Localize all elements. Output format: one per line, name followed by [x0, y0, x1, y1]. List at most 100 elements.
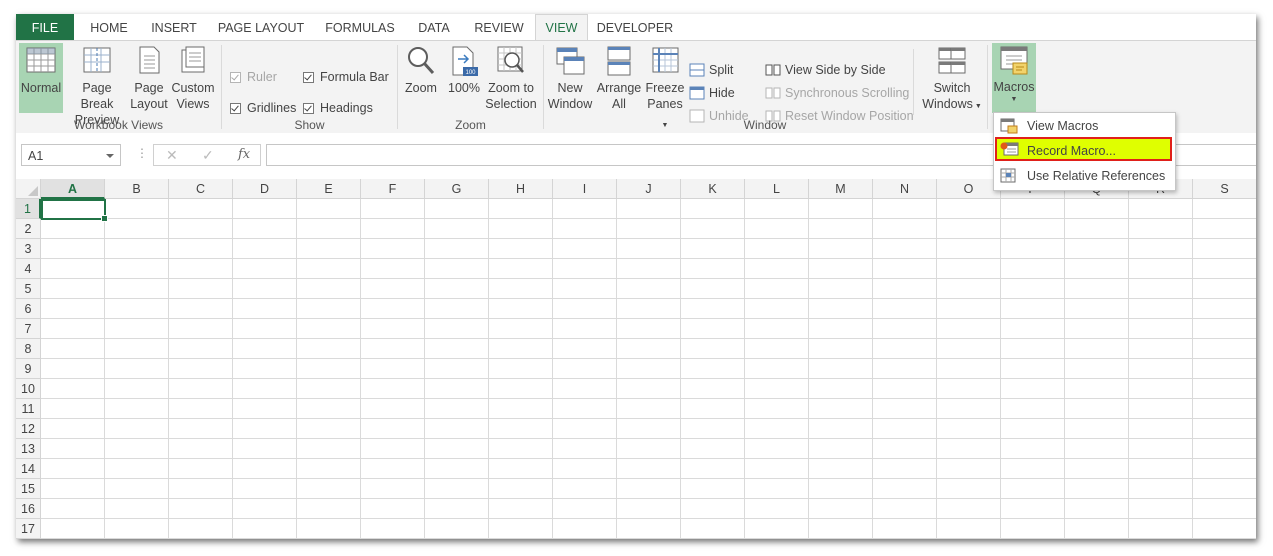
column-header[interactable]: I: [553, 179, 617, 199]
grid-line: [41, 398, 1256, 399]
tab-data[interactable]: DATA: [411, 14, 457, 41]
macros-icon: [1000, 46, 1028, 75]
normal-view-button[interactable]: Normal: [19, 43, 63, 113]
page-break-preview-button[interactable]: Page Break Preview: [66, 43, 128, 128]
split-button[interactable]: Split: [689, 61, 733, 79]
grid-line: [41, 298, 1256, 299]
grid-line: [41, 218, 1256, 219]
grid-line: [41, 338, 1256, 339]
column-header[interactable]: O: [937, 179, 1001, 199]
tab-page-layout[interactable]: PAGE LAYOUT: [214, 14, 308, 41]
column-header[interactable]: H: [489, 179, 553, 199]
row-header[interactable]: 3: [16, 239, 41, 259]
new-window-button[interactable]: New Window: [547, 43, 593, 112]
column-header[interactable]: J: [617, 179, 681, 199]
column-header[interactable]: A: [41, 179, 105, 199]
headings-checkbox[interactable]: Headings: [303, 99, 373, 117]
gridlines-checkbox[interactable]: Gridlines: [230, 99, 296, 117]
tab-file[interactable]: FILE: [16, 14, 74, 41]
column-header[interactable]: N: [873, 179, 937, 199]
record-macro-icon: [1000, 142, 1019, 156]
row-header[interactable]: 16: [16, 499, 41, 519]
enter-icon[interactable]: ✓: [202, 147, 214, 164]
use-relative-references-item[interactable]: Use Relative References: [995, 164, 1172, 188]
row-header[interactable]: 4: [16, 259, 41, 279]
column-header[interactable]: E: [297, 179, 361, 199]
tab-formulas[interactable]: FORMULAS: [320, 14, 400, 41]
name-box[interactable]: A1: [21, 144, 121, 166]
grid-line: [41, 498, 1256, 499]
chevron-down-icon[interactable]: [106, 154, 114, 158]
zoom-selection-label-1: Zoom to: [488, 81, 534, 95]
custom-views-button[interactable]: Custom Views: [170, 43, 216, 112]
new-window-icon: [556, 47, 585, 75]
view-macros-item[interactable]: View Macros: [995, 114, 1172, 138]
grid-line: [872, 199, 873, 539]
column-header[interactable]: L: [745, 179, 809, 199]
zoom-100-button[interactable]: 100 100%: [446, 43, 482, 96]
svg-text:100: 100: [465, 70, 476, 76]
page-layout-label-2: Layout: [130, 97, 168, 111]
row-header[interactable]: 12: [16, 419, 41, 439]
grid-line: [41, 458, 1256, 459]
ruler-check-icon: [230, 72, 241, 83]
column-header[interactable]: F: [361, 179, 425, 199]
tab-view[interactable]: VIEW: [535, 14, 588, 41]
hide-window-icon: [689, 86, 705, 100]
column-header[interactable]: S: [1193, 179, 1256, 199]
grid-line: [41, 438, 1256, 439]
arrange-all-button[interactable]: Arrange All: [596, 43, 642, 112]
tab-review[interactable]: REVIEW: [470, 14, 528, 41]
cancel-icon[interactable]: ✕: [166, 147, 178, 164]
row-header[interactable]: 7: [16, 319, 41, 339]
row-header[interactable]: 10: [16, 379, 41, 399]
hide-button[interactable]: Hide: [689, 84, 735, 102]
row-header[interactable]: 6: [16, 299, 41, 319]
worksheet-grid[interactable]: ABCDEFGHIJKLMNOPQRS123456789101112131415…: [16, 179, 1256, 539]
column-header[interactable]: K: [681, 179, 745, 199]
custom-views-label-1: Custom: [171, 81, 215, 95]
row-header[interactable]: 5: [16, 279, 41, 299]
ruler-checkbox[interactable]: Ruler: [230, 68, 277, 86]
magnifier-icon: [408, 47, 435, 75]
page-layout-icon: [139, 46, 160, 74]
row-header[interactable]: 13: [16, 439, 41, 459]
page-layout-button[interactable]: Page Layout: [130, 43, 168, 112]
row-header[interactable]: 11: [16, 399, 41, 419]
macros-label: Macros: [993, 80, 1035, 94]
formula-bar-checkbox[interactable]: Formula Bar: [303, 68, 389, 86]
record-macro-item[interactable]: Record Macro...: [995, 137, 1172, 161]
grid-line: [936, 199, 937, 539]
row-header[interactable]: 15: [16, 479, 41, 499]
freeze-panes-label-1: Freeze: [645, 81, 685, 95]
row-header[interactable]: 8: [16, 339, 41, 359]
select-all-corner[interactable]: [16, 179, 41, 199]
arrange-all-label-2: All: [612, 97, 626, 111]
window-group-label: Window: [743, 118, 787, 132]
row-header[interactable]: 2: [16, 219, 41, 239]
macros-button[interactable]: Macros ▼: [992, 43, 1036, 113]
row-header[interactable]: 9: [16, 359, 41, 379]
tab-home[interactable]: HOME: [83, 14, 135, 41]
switch-windows-button[interactable]: Switch Windows ▼: [920, 43, 984, 115]
column-header[interactable]: G: [425, 179, 489, 199]
grid-line: [41, 378, 1256, 379]
tab-developer[interactable]: DEVELOPER: [596, 14, 674, 41]
zoom-button[interactable]: Zoom: [402, 43, 440, 96]
zoom-to-selection-button[interactable]: Zoom to Selection: [484, 43, 538, 112]
row-header[interactable]: 17: [16, 519, 41, 539]
row-header[interactable]: 14: [16, 459, 41, 479]
view-side-by-side-button[interactable]: View Side by Side: [765, 61, 886, 79]
side-by-side-label: View Side by Side: [785, 63, 886, 77]
column-header[interactable]: D: [233, 179, 297, 199]
tab-insert[interactable]: INSERT: [147, 14, 201, 41]
grid-line: [1128, 199, 1129, 539]
active-cell-a1[interactable]: [41, 199, 108, 222]
column-header[interactable]: M: [809, 179, 873, 199]
column-header[interactable]: B: [105, 179, 169, 199]
grid-line: [41, 258, 1256, 259]
column-header[interactable]: C: [169, 179, 233, 199]
fx-icon[interactable]: fx: [238, 147, 250, 162]
gridlines-check-icon: [230, 103, 241, 114]
row-header[interactable]: 1: [16, 199, 41, 219]
